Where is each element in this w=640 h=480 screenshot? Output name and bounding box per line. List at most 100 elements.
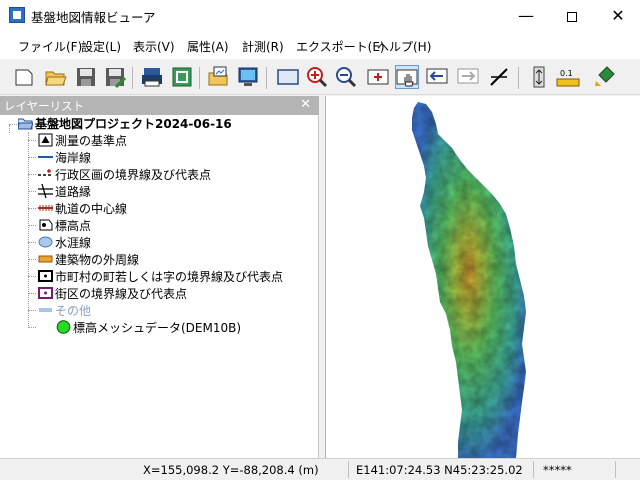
tree-item-admin-boundary[interactable]: 行政区画の境界線及び代表点 bbox=[38, 166, 318, 183]
scale-icon: 0.1 bbox=[556, 69, 580, 87]
zoom-in-button[interactable] bbox=[305, 65, 329, 89]
previous-view-icon bbox=[426, 68, 448, 84]
minimize-button[interactable]: — bbox=[503, 0, 549, 31]
scale-button[interactable]: 0.1 bbox=[556, 65, 580, 89]
tree-line bbox=[9, 125, 10, 133]
measure-distance-button[interactable] bbox=[487, 65, 511, 89]
close-button[interactable]: ✕ bbox=[595, 0, 640, 31]
zoom-in-icon bbox=[307, 67, 328, 88]
tree-item-waterline[interactable]: 水涯線 bbox=[38, 234, 318, 251]
status-xy: X=155,098.2 Y=-88,208.4 (m) bbox=[143, 463, 319, 477]
zoom-out-icon bbox=[336, 67, 357, 88]
layer-panel-header: レイヤーリスト ✕ bbox=[0, 96, 319, 115]
save-as-button[interactable] bbox=[103, 65, 127, 89]
coastline-icon bbox=[38, 156, 53, 158]
tree-line bbox=[28, 208, 36, 209]
tree-item-dem-mesh[interactable]: 標高メッシュデータ(DEM10B) bbox=[56, 319, 318, 336]
menu-settings[interactable]: 設定(L) bbox=[81, 38, 121, 55]
building-icon bbox=[38, 255, 53, 263]
island-texture bbox=[412, 102, 526, 458]
next-view-button[interactable] bbox=[456, 65, 480, 89]
layer-label: 軌道の中心線 bbox=[55, 202, 128, 216]
maximize-button[interactable] bbox=[549, 0, 595, 31]
tree-line bbox=[28, 242, 36, 243]
next-view-icon bbox=[457, 68, 479, 84]
tree-item-building[interactable]: 建築物の外周線 bbox=[38, 251, 318, 268]
vertical-exaggeration-icon bbox=[533, 66, 545, 88]
layer-label: 標高メッシュデータ(DEM10B) bbox=[73, 321, 242, 335]
previous-view-button[interactable] bbox=[425, 65, 449, 89]
toolbar-separator bbox=[518, 67, 519, 89]
tree-line bbox=[28, 157, 36, 158]
menu-attributes[interactable]: 属性(A) bbox=[187, 38, 229, 55]
layer-label: 標高点 bbox=[55, 219, 92, 233]
save-button[interactable] bbox=[74, 65, 98, 89]
vertical-exaggeration-button[interactable] bbox=[527, 65, 551, 89]
tree-item-other[interactable]: その他 bbox=[38, 302, 318, 319]
tree-line bbox=[28, 259, 36, 260]
layer-panel-title: レイヤーリスト bbox=[4, 99, 85, 113]
menu-measure[interactable]: 計測(R) bbox=[242, 38, 284, 55]
title-bar: 基盤地図情報ビューア — ✕ bbox=[0, 0, 640, 31]
tree-item-elevation-point[interactable]: 標高点 bbox=[38, 217, 318, 234]
layer-label: 市町村の町若しくは字の境界線及び代表点 bbox=[55, 270, 284, 284]
map-view[interactable] bbox=[325, 96, 640, 458]
display-icon bbox=[238, 67, 258, 86]
layer-label: その他 bbox=[55, 304, 92, 318]
print-setup-button[interactable] bbox=[170, 65, 194, 89]
other-icon bbox=[39, 308, 52, 312]
layer-label: 水涯線 bbox=[55, 236, 92, 250]
export-image-icon bbox=[208, 66, 228, 86]
tree-item-railway[interactable]: 軌道の中心線 bbox=[38, 200, 318, 217]
tree-item-coastline[interactable]: 海岸線 bbox=[38, 149, 318, 166]
tree-line bbox=[28, 327, 36, 328]
menu-help[interactable]: ヘルプ(H) bbox=[377, 38, 431, 55]
tree-line bbox=[28, 140, 36, 141]
app-window: 基盤地図情報ビューア — ✕ ファイル(F) 設定(L) 表示(V) 属性(A)… bbox=[0, 0, 640, 480]
elevation-point-icon bbox=[39, 219, 53, 231]
open-button[interactable] bbox=[44, 65, 68, 89]
tree-line bbox=[28, 174, 36, 175]
zoom-rect-icon bbox=[367, 69, 389, 85]
new-file-icon bbox=[15, 69, 33, 86]
new-file-button[interactable] bbox=[12, 65, 36, 89]
print-button[interactable] bbox=[140, 65, 164, 89]
menu-bar: ファイル(F) 設定(L) 表示(V) 属性(A) 計測(R) エクスポート(E… bbox=[0, 31, 640, 59]
dem-map[interactable] bbox=[326, 96, 640, 458]
print-setup-icon bbox=[172, 67, 192, 87]
project-label: 基盤地図プロジェクト2024-06-16 bbox=[35, 117, 232, 131]
export-image-button[interactable] bbox=[207, 65, 231, 89]
print-icon bbox=[142, 68, 162, 87]
paint-button[interactable] bbox=[593, 65, 617, 89]
layer-panel-close-button[interactable]: ✕ bbox=[300, 97, 311, 112]
status-extra: ***** bbox=[543, 463, 572, 477]
zoom-rect-button[interactable] bbox=[366, 65, 390, 89]
status-divider bbox=[348, 461, 349, 478]
road-edge-icon bbox=[38, 184, 53, 198]
tree-item-project[interactable]: 基盤地図プロジェクト2024-06-16 bbox=[18, 115, 318, 132]
layer-label: 道路縁 bbox=[55, 185, 92, 199]
pan-button[interactable] bbox=[395, 65, 419, 89]
admin-boundary-icon bbox=[38, 169, 53, 176]
tree-line bbox=[28, 276, 36, 277]
zoom-out-button[interactable] bbox=[334, 65, 358, 89]
tree-line bbox=[9, 124, 17, 125]
tree-item-survey-point[interactable]: 測量の基準点 bbox=[38, 132, 318, 149]
toolbar-separator bbox=[132, 67, 133, 89]
tree-line bbox=[28, 293, 36, 294]
maximize-icon bbox=[567, 11, 577, 22]
layer-label: 建築物の外周線 bbox=[55, 253, 140, 267]
menu-view[interactable]: 表示(V) bbox=[133, 38, 175, 55]
menu-file[interactable]: ファイル(F) bbox=[18, 38, 82, 55]
fit-window-button[interactable] bbox=[276, 65, 300, 89]
layer-panel: レイヤーリスト ✕ 基盤地図プロジェクト2024-06-16 測量の基準点 海岸… bbox=[0, 96, 319, 458]
save-as-icon bbox=[106, 68, 127, 89]
pan-hand-icon bbox=[396, 69, 418, 87]
tree-item-block-boundary[interactable]: 街区の境界線及び代表点 bbox=[38, 285, 318, 302]
tree-item-road-edge[interactable]: 道路縁 bbox=[38, 183, 318, 200]
layer-tree: 基盤地図プロジェクト2024-06-16 測量の基準点 海岸線 行政区画の境界線… bbox=[0, 115, 319, 458]
tree-item-town-boundary[interactable]: 市町村の町若しくは字の境界線及び代表点 bbox=[38, 268, 318, 285]
layer-label: 海岸線 bbox=[55, 151, 92, 165]
display-button[interactable] bbox=[236, 65, 260, 89]
menu-export[interactable]: エクスポート(E) bbox=[296, 38, 385, 55]
